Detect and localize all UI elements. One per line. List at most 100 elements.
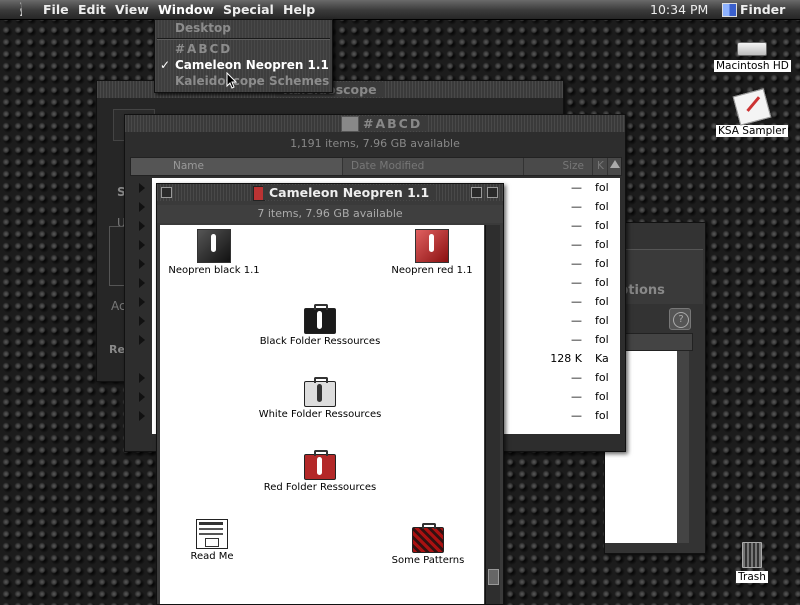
menu-edit[interactable]: Edit <box>78 2 106 17</box>
icon-view[interactable]: Neopren black 1.1 Neopren red 1.1 Black … <box>160 225 484 604</box>
close-box-icon[interactable] <box>161 187 172 198</box>
file-label: White Folder Ressources <box>258 409 382 420</box>
file-label: Neopren black 1.1 <box>168 265 260 276</box>
row-size: 128 K <box>550 352 582 365</box>
black-suitcase-icon <box>304 304 336 334</box>
row-size: — <box>571 276 582 289</box>
document-icon <box>196 519 228 549</box>
menu-clock[interactable]: 10:34 PM <box>650 2 708 17</box>
disclosure-triangle-icon[interactable] <box>139 411 145 421</box>
menu-help[interactable]: Help <box>283 2 315 17</box>
file-item-read-me[interactable]: Read Me <box>172 519 252 562</box>
folder-icon <box>341 116 359 132</box>
row-size: — <box>571 409 582 422</box>
row-kind: fol <box>595 200 609 213</box>
list-header: Name Date Modified Size K <box>130 157 622 176</box>
help-icon: ? <box>673 312 689 328</box>
window-menu-item-desktop[interactable]: Desktop <box>175 21 231 35</box>
row-kind: fol <box>595 333 609 346</box>
help-button[interactable]: ? <box>669 308 691 330</box>
desktop-icon-macintosh-hd[interactable]: Macintosh HD <box>714 42 791 72</box>
window-menu-item-kaleidoscope[interactable]: Kaleidoscope Schemes <box>175 74 329 88</box>
file-item-white-folder-ressources[interactable]: White Folder Ressources <box>250 375 390 420</box>
row-size: — <box>571 333 582 346</box>
windowshade-box-icon[interactable] <box>487 187 498 198</box>
application-black-icon <box>197 229 231 263</box>
window-info: 1,191 items, 7.96 GB available <box>290 137 460 150</box>
column-size[interactable]: Size <box>525 158 593 175</box>
menu-special[interactable]: Special <box>223 2 274 17</box>
finder-icon[interactable] <box>722 3 737 17</box>
disclosure-triangle-icon[interactable] <box>139 297 145 307</box>
scrollbar-thumb[interactable] <box>488 569 499 585</box>
disclosure-triangle-icon[interactable] <box>139 392 145 402</box>
disclosure-triangle-icon[interactable] <box>139 278 145 288</box>
row-kind: fol <box>595 371 609 384</box>
row-size: — <box>571 295 582 308</box>
row-kind: Ka <box>595 352 609 365</box>
menu-view[interactable]: View <box>115 2 149 17</box>
kaleidoscope-label-re: Re <box>109 343 125 356</box>
row-size: — <box>571 390 582 403</box>
row-kind: fol <box>595 181 609 194</box>
row-kind: fol <box>595 257 609 270</box>
menu-window[interactable]: Window <box>158 2 214 17</box>
window-menu-item-cameleon[interactable]: Cameleon Neopren 1.1 <box>175 58 329 72</box>
row-kind: fol <box>595 295 609 308</box>
sort-direction-icon[interactable] <box>610 160 620 168</box>
row-kind: fol <box>595 238 609 251</box>
checkmark-icon: ✓ <box>160 58 171 72</box>
window-title: Cameleon Neopren 1.1 <box>263 185 436 200</box>
desktop-icon-trash[interactable]: Trash <box>726 542 778 583</box>
menu-bar: File Edit View Window Special Help 10:34… <box>0 0 800 20</box>
disclosure-triangle-icon[interactable] <box>139 221 145 231</box>
row-kind: fol <box>595 276 609 289</box>
file-label: Read Me <box>190 551 234 562</box>
disclosure-triangle-icon[interactable] <box>139 202 145 212</box>
row-kind: fol <box>595 390 609 403</box>
row-size: — <box>571 238 582 251</box>
file-item-neopren-black[interactable]: Neopren black 1.1 <box>162 229 266 276</box>
row-size: — <box>571 181 582 194</box>
disclosure-triangle-icon[interactable] <box>139 335 145 345</box>
row-kind: fol <box>595 409 609 422</box>
window-menu-item-abcd[interactable]: #ABCD <box>175 42 232 56</box>
disclosure-triangle-icon[interactable] <box>139 373 145 383</box>
file-label: Red Folder Ressources <box>263 482 377 493</box>
file-label: Some Patterns <box>391 555 465 566</box>
disclosure-triangle-icon[interactable] <box>139 259 145 269</box>
hard-disk-icon <box>737 42 767 56</box>
window-menu-dropdown: Desktop #ABCD ✓ Cameleon Neopren 1.1 Kal… <box>154 19 333 93</box>
file-item-some-patterns[interactable]: Some Patterns <box>378 521 478 566</box>
file-label: Neopren red 1.1 <box>391 265 473 276</box>
file-label: Black Folder Ressources <box>259 336 381 347</box>
window-title: #ABCD <box>359 116 429 131</box>
disclosure-triangle-icon[interactable] <box>139 183 145 193</box>
apple-menu-icon[interactable] <box>16 1 26 17</box>
file-item-neopren-red[interactable]: Neopren red 1.1 <box>380 229 484 276</box>
row-size: — <box>571 314 582 327</box>
menu-separator <box>157 38 330 40</box>
cameleon-neopren-window[interactable]: Cameleon Neopren 1.1 7 items, 7.96 GB av… <box>156 183 504 605</box>
disclosure-triangle-icon[interactable] <box>139 240 145 250</box>
window-info: 7 items, 7.96 GB available <box>157 205 503 223</box>
row-size: — <box>571 219 582 232</box>
column-date-modified[interactable]: Date Modified <box>344 158 524 175</box>
column-kind[interactable]: K <box>594 158 608 175</box>
ksa-sampler-icon <box>732 88 772 126</box>
vertical-scrollbar[interactable] <box>485 225 500 604</box>
disclosure-triangle-icon[interactable] <box>139 316 145 326</box>
desktop-icon-label: Trash <box>736 571 768 583</box>
desktop-icon-ksa-sampler[interactable]: KSA Sampler <box>714 88 790 137</box>
file-item-black-folder-ressources[interactable]: Black Folder Ressources <box>250 302 390 347</box>
desktop-icon-label: KSA Sampler <box>716 125 788 137</box>
row-kind: fol <box>595 314 609 327</box>
white-suitcase-icon <box>304 377 336 407</box>
application-menu[interactable]: Finder <box>740 2 785 17</box>
zoom-box-icon[interactable] <box>471 187 482 198</box>
column-name[interactable]: Name <box>131 158 343 175</box>
file-item-red-folder-ressources[interactable]: Red Folder Ressources <box>250 448 390 493</box>
menu-file[interactable]: File <box>43 2 69 17</box>
red-suitcase-icon <box>304 450 336 480</box>
row-kind: fol <box>595 219 609 232</box>
